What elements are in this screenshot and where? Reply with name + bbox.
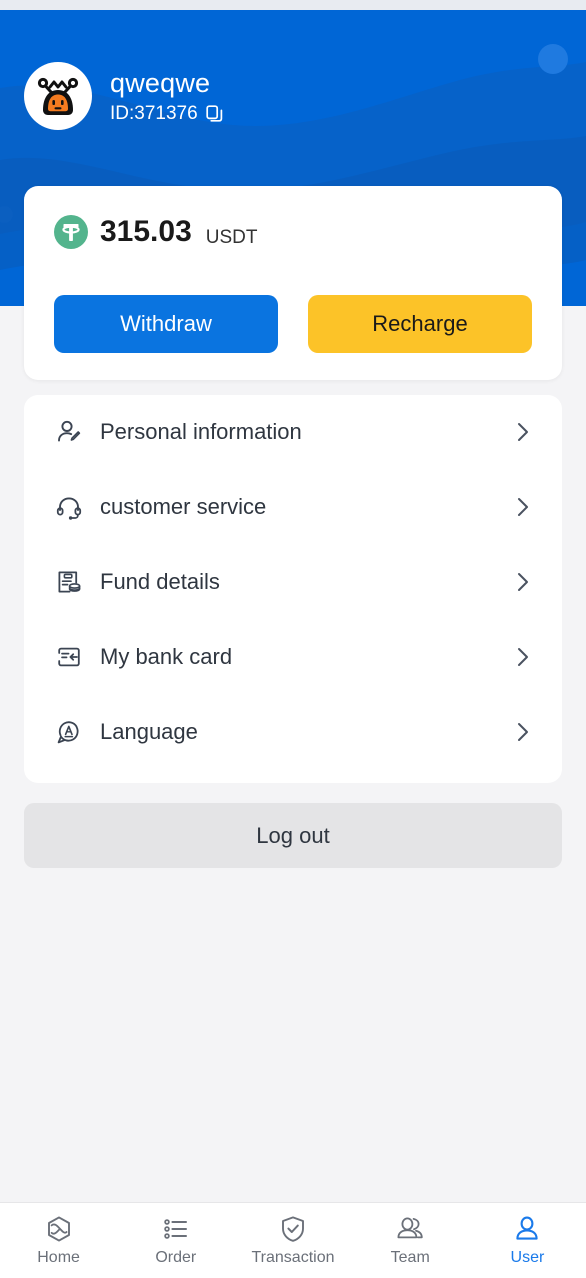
menu-item-language[interactable]: Language [54, 694, 532, 769]
chevron-right-icon [514, 569, 532, 595]
recharge-button[interactable]: Recharge [308, 295, 532, 353]
chevron-right-icon [514, 494, 532, 520]
menu-item-customer-service[interactable]: customer service [54, 470, 532, 545]
balance-currency-unit: USDT [205, 227, 258, 248]
profile-id-row[interactable]: ID:371376 [110, 104, 224, 123]
chevron-right-icon [514, 419, 532, 445]
nav-item-order[interactable]: Order [117, 1203, 234, 1278]
menu-item-label: Language [100, 718, 198, 744]
nav-item-home[interactable]: Home [0, 1203, 117, 1278]
bottom-navigation: Home Order Transaction Team User [0, 1202, 586, 1278]
robot-mascot-avatar-icon [37, 77, 79, 115]
nav-item-label: Home [37, 1249, 80, 1266]
balance-row: 315.03 USDT [54, 215, 258, 249]
nav-item-label: Team [390, 1249, 430, 1266]
menu-card: Personal information customer service Fu… [24, 395, 562, 783]
balance-actions: Withdraw Recharge [54, 295, 532, 353]
withdraw-button[interactable]: Withdraw [54, 295, 278, 353]
nav-item-label: Order [155, 1249, 197, 1266]
decoration-circle-large [538, 44, 568, 74]
chevron-right-icon [514, 719, 532, 745]
menu-item-label: My bank card [100, 643, 233, 669]
avatar[interactable] [24, 62, 92, 130]
status-bar-strip [0, 0, 586, 10]
nav-item-transaction[interactable]: Transaction [234, 1203, 351, 1278]
profile-name: qweqwe [110, 67, 211, 98]
user-edit-icon [54, 419, 84, 445]
logout-button[interactable]: Log out [24, 803, 562, 868]
menu-item-label: Fund details [100, 568, 220, 594]
headset-icon [54, 494, 84, 520]
nav-item-user[interactable]: User [469, 1203, 586, 1278]
menu-item-personal-information[interactable]: Personal information [54, 395, 532, 470]
language-bubble-icon [54, 719, 84, 745]
hexagon-home-icon [45, 1215, 73, 1243]
usdt-tether-icon [54, 215, 88, 249]
users-team-icon [396, 1215, 424, 1243]
nav-item-label: User [510, 1249, 545, 1266]
bank-card-icon [54, 644, 84, 670]
menu-item-fund-details[interactable]: Fund details [54, 545, 532, 620]
copy-icon[interactable] [205, 104, 224, 123]
chevron-right-icon [514, 644, 532, 670]
list-order-icon [162, 1215, 190, 1243]
clipboard-coins-icon [54, 569, 84, 595]
menu-item-label: Personal information [100, 419, 302, 445]
balance-card: 315.03 USDT Withdraw Recharge [24, 186, 562, 380]
shield-check-icon [279, 1215, 307, 1243]
nav-item-team[interactable]: Team [352, 1203, 469, 1278]
user-profile-icon [513, 1215, 541, 1243]
menu-item-my-bank-card[interactable]: My bank card [54, 619, 532, 694]
profile-block: qweqwe ID:371376 [24, 62, 224, 130]
nav-item-label: Transaction [251, 1249, 335, 1266]
menu-item-label: customer service [100, 494, 267, 520]
balance-amount: 315.03 [100, 215, 192, 248]
profile-id-label: ID:371376 [110, 102, 198, 124]
